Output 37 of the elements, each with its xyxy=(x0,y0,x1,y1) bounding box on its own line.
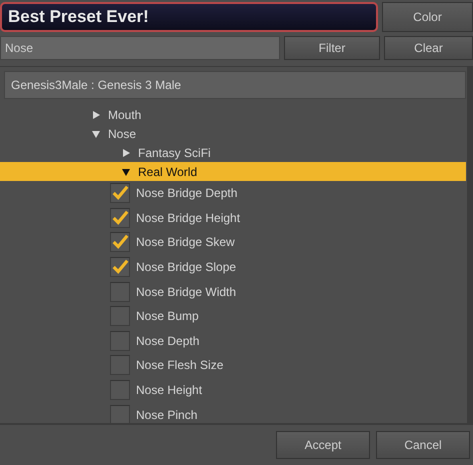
morph-label: Nose Height xyxy=(136,383,202,398)
filter-field[interactable]: Nose xyxy=(0,36,280,60)
cancel-button[interactable]: Cancel xyxy=(376,431,470,459)
checkbox[interactable] xyxy=(110,257,130,278)
filter-button[interactable]: Filter xyxy=(284,36,380,60)
tree-item[interactable]: Mouth xyxy=(0,105,466,124)
checkbox[interactable] xyxy=(110,380,130,400)
morph-label: Nose Bridge Depth xyxy=(136,186,238,200)
accept-button[interactable]: Accept xyxy=(276,431,370,459)
scrollbar[interactable] xyxy=(467,67,473,423)
preset-name-field[interactable]: Best Preset Ever! xyxy=(0,2,378,32)
checkbox[interactable] xyxy=(110,183,130,204)
morph-label: Nose Bridge Slope xyxy=(136,260,236,274)
checkbox[interactable] xyxy=(110,330,130,351)
tree-item[interactable]: Fantasy SciFi xyxy=(0,143,466,162)
checkbox[interactable] xyxy=(110,282,130,302)
checkbox[interactable] xyxy=(110,232,130,252)
color-button[interactable]: Color xyxy=(382,2,473,32)
morph-label: Nose Flesh Size xyxy=(136,358,224,372)
morph-label: Nose Bridge Height xyxy=(136,210,240,225)
checkbox[interactable] xyxy=(110,306,130,326)
expanded-arrow-icon xyxy=(122,168,130,176)
morph-label: Nose Bridge Skew xyxy=(136,235,235,250)
tree-item[interactable]: Real World xyxy=(0,162,466,181)
morph-label: Nose Bump xyxy=(136,309,199,324)
morph-label: Nose Depth xyxy=(136,334,200,348)
tree-item[interactable]: Nose xyxy=(0,124,466,143)
figure-header: Genesis3Male : Genesis 3 Male xyxy=(4,71,466,99)
checkbox[interactable] xyxy=(110,355,130,376)
collapsed-arrow-icon xyxy=(92,110,100,118)
checkbox[interactable] xyxy=(110,404,130,423)
clear-button[interactable]: Clear xyxy=(384,36,473,60)
morph-label: Nose Pinch xyxy=(136,408,198,422)
morph-label: Nose Bridge Width xyxy=(136,284,236,299)
collapsed-arrow-icon xyxy=(122,148,130,156)
checkbox[interactable] xyxy=(110,208,130,228)
expanded-arrow-icon xyxy=(92,130,100,138)
